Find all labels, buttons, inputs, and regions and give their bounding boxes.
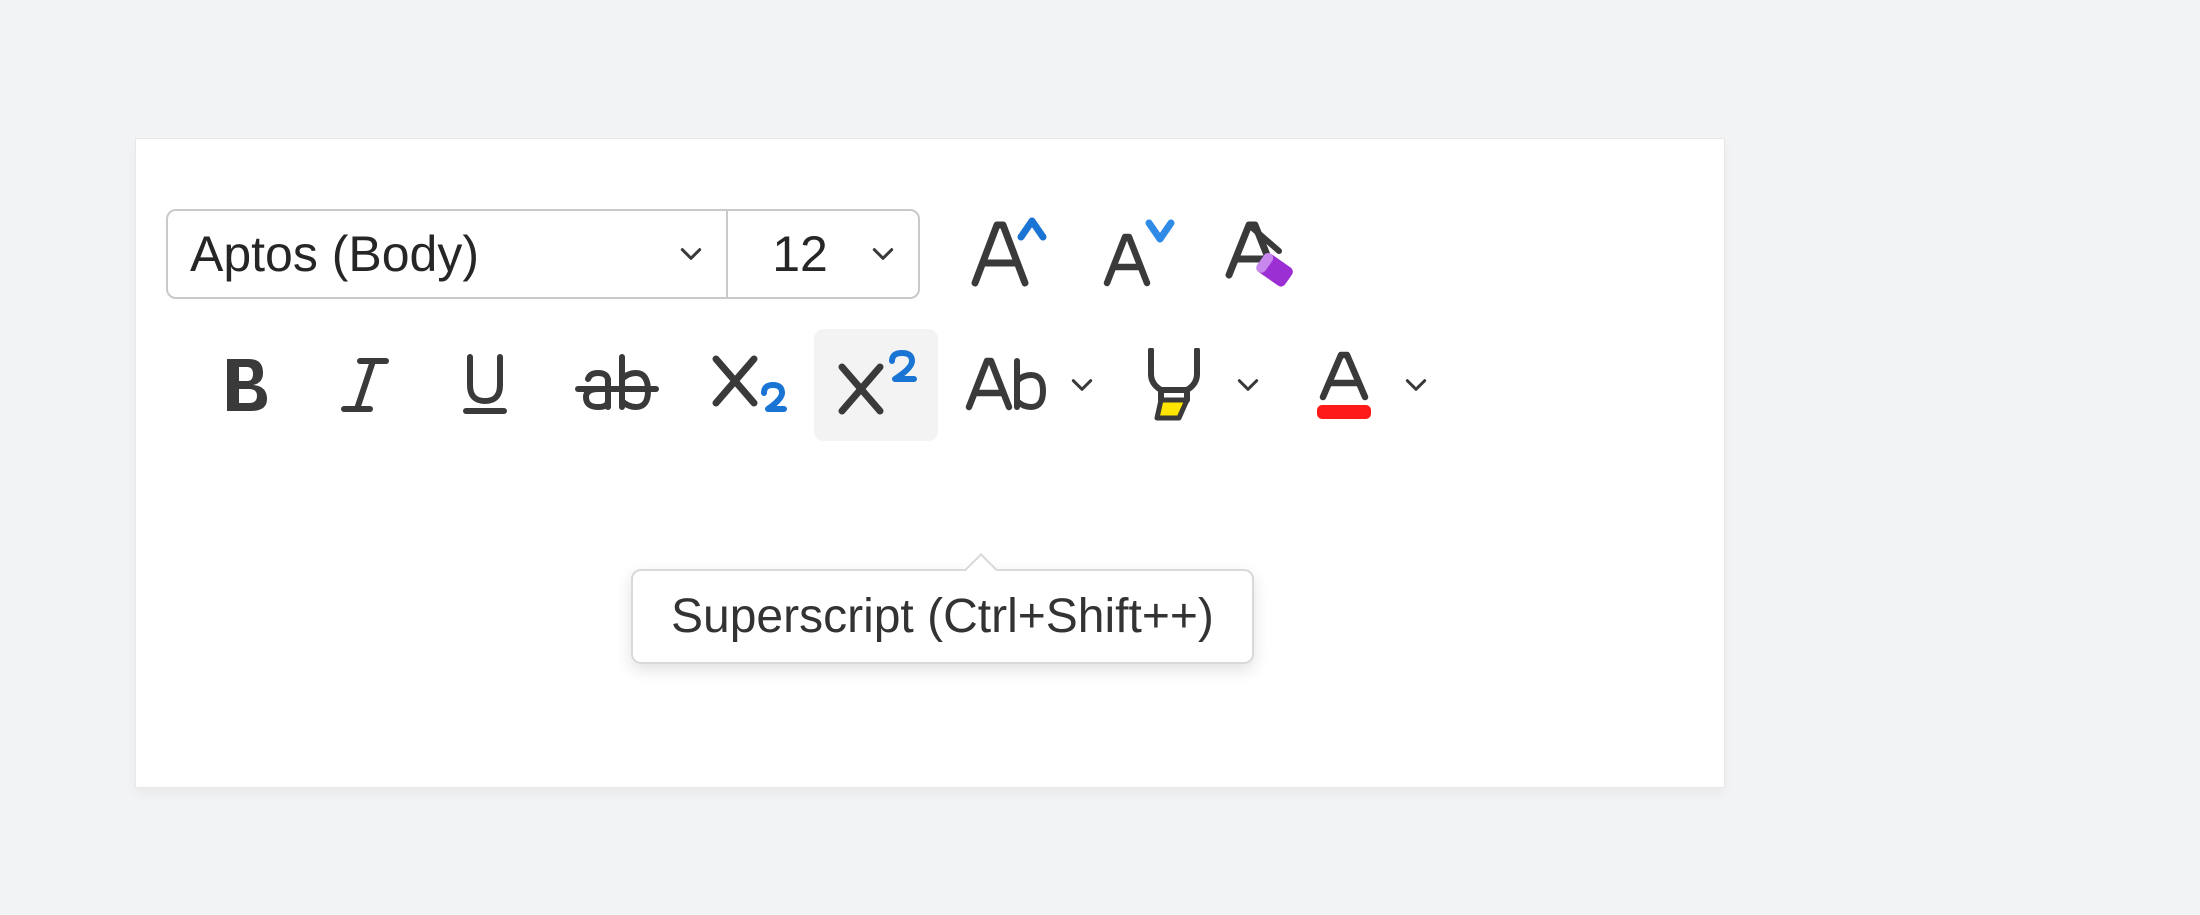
decrease-font-size-icon: [1089, 215, 1177, 293]
chevron-down-icon: [1403, 372, 1429, 398]
chevron-down-icon: [1235, 372, 1261, 398]
change-case-button[interactable]: [956, 329, 1056, 441]
subscript-button[interactable]: [694, 329, 802, 441]
font-name-value: Aptos (Body): [190, 225, 678, 283]
font-size-combo[interactable]: 12: [728, 211, 918, 297]
change-case-icon: [963, 351, 1049, 419]
increase-font-size-icon: [959, 215, 1047, 293]
font-color-caret[interactable]: [1390, 329, 1442, 441]
increase-font-size-button[interactable]: [948, 209, 1058, 299]
highlight-button[interactable]: [1126, 329, 1222, 441]
underline-button[interactable]: [436, 329, 534, 441]
clear-formatting-button[interactable]: [1208, 209, 1318, 299]
clear-formatting-icon: [1217, 215, 1309, 293]
italic-icon: [336, 353, 394, 417]
italic-button[interactable]: [316, 329, 414, 441]
highlight-icon: [1139, 348, 1209, 422]
strikethrough-icon: [574, 351, 660, 419]
font-color-button[interactable]: [1298, 329, 1390, 441]
underline-icon: [456, 351, 514, 419]
font-row-2: [166, 329, 1694, 441]
font-row-1: Aptos (Body) 12: [166, 209, 1694, 299]
font-size-value: 12: [750, 225, 850, 283]
font-name-combo[interactable]: Aptos (Body): [168, 211, 728, 297]
tooltip: Superscript (Ctrl+Shift++): [631, 569, 1254, 664]
tooltip-arrow: [963, 553, 999, 571]
chevron-down-icon: [1069, 372, 1095, 398]
chevron-down-icon: [870, 241, 896, 267]
decrease-font-size-button[interactable]: [1078, 209, 1188, 299]
chevron-down-icon: [678, 241, 704, 267]
highlight-caret[interactable]: [1222, 329, 1274, 441]
change-case-caret[interactable]: [1056, 329, 1108, 441]
font-color-icon: [1309, 347, 1379, 423]
font-toolbar-group: Aptos (Body) 12: [135, 138, 1725, 788]
strikethrough-button[interactable]: [562, 329, 672, 441]
superscript-button[interactable]: [814, 329, 938, 441]
bold-icon: [215, 353, 275, 417]
subscript-icon: [706, 349, 790, 421]
tooltip-text: Superscript (Ctrl+Shift++): [671, 590, 1214, 643]
superscript-icon: [832, 349, 920, 421]
bold-button[interactable]: [196, 329, 294, 441]
font-combo-group: Aptos (Body) 12: [166, 209, 920, 299]
